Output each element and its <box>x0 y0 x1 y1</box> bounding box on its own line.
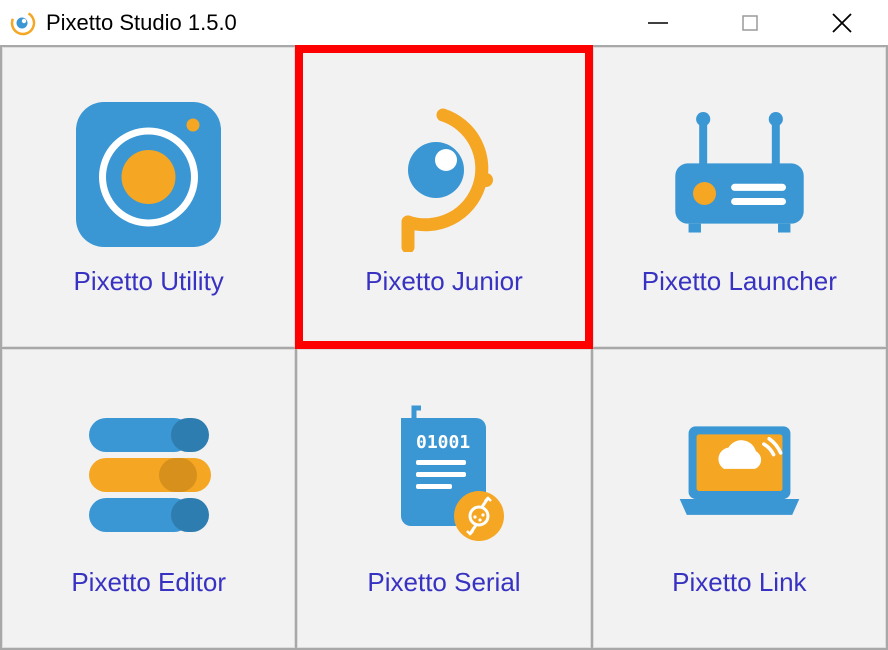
tile-pixetto-utility[interactable]: Pixetto Utility <box>2 47 295 347</box>
close-button[interactable] <box>796 0 888 45</box>
tile-pixetto-launcher[interactable]: Pixetto Launcher <box>593 47 886 347</box>
svg-text:01001: 01001 <box>416 432 470 453</box>
tile-pixetto-serial[interactable]: 01001 Pixetto Serial <box>297 349 590 649</box>
maximize-button[interactable] <box>704 0 796 45</box>
tile-pixetto-editor[interactable]: Pixetto Editor <box>2 349 295 649</box>
tile-label: Pixetto Link <box>672 567 806 598</box>
app-icon <box>10 10 36 36</box>
camera-icon <box>71 97 226 252</box>
serial-icon: 01001 <box>366 398 521 553</box>
launcher-grid: Pixetto Utility Pixetto Junior <box>0 45 888 650</box>
window-title: Pixetto Studio 1.5.0 <box>46 10 612 36</box>
tile-pixetto-junior[interactable]: Pixetto Junior <box>297 47 590 347</box>
router-icon <box>662 97 817 252</box>
tile-label: Pixetto Launcher <box>642 266 837 297</box>
window-titlebar: Pixetto Studio 1.5.0 <box>0 0 888 45</box>
tile-label: Pixetto Utility <box>74 266 224 297</box>
laptop-cloud-icon <box>662 398 817 553</box>
tile-pixetto-link[interactable]: Pixetto Link <box>593 349 886 649</box>
tile-label: Pixetto Serial <box>367 567 520 598</box>
tile-label: Pixetto Junior <box>365 266 523 297</box>
window-controls <box>612 0 888 45</box>
minimize-button[interactable] <box>612 0 704 45</box>
blocks-icon <box>71 398 226 553</box>
tile-label: Pixetto Editor <box>71 567 226 598</box>
junior-icon <box>366 97 521 252</box>
